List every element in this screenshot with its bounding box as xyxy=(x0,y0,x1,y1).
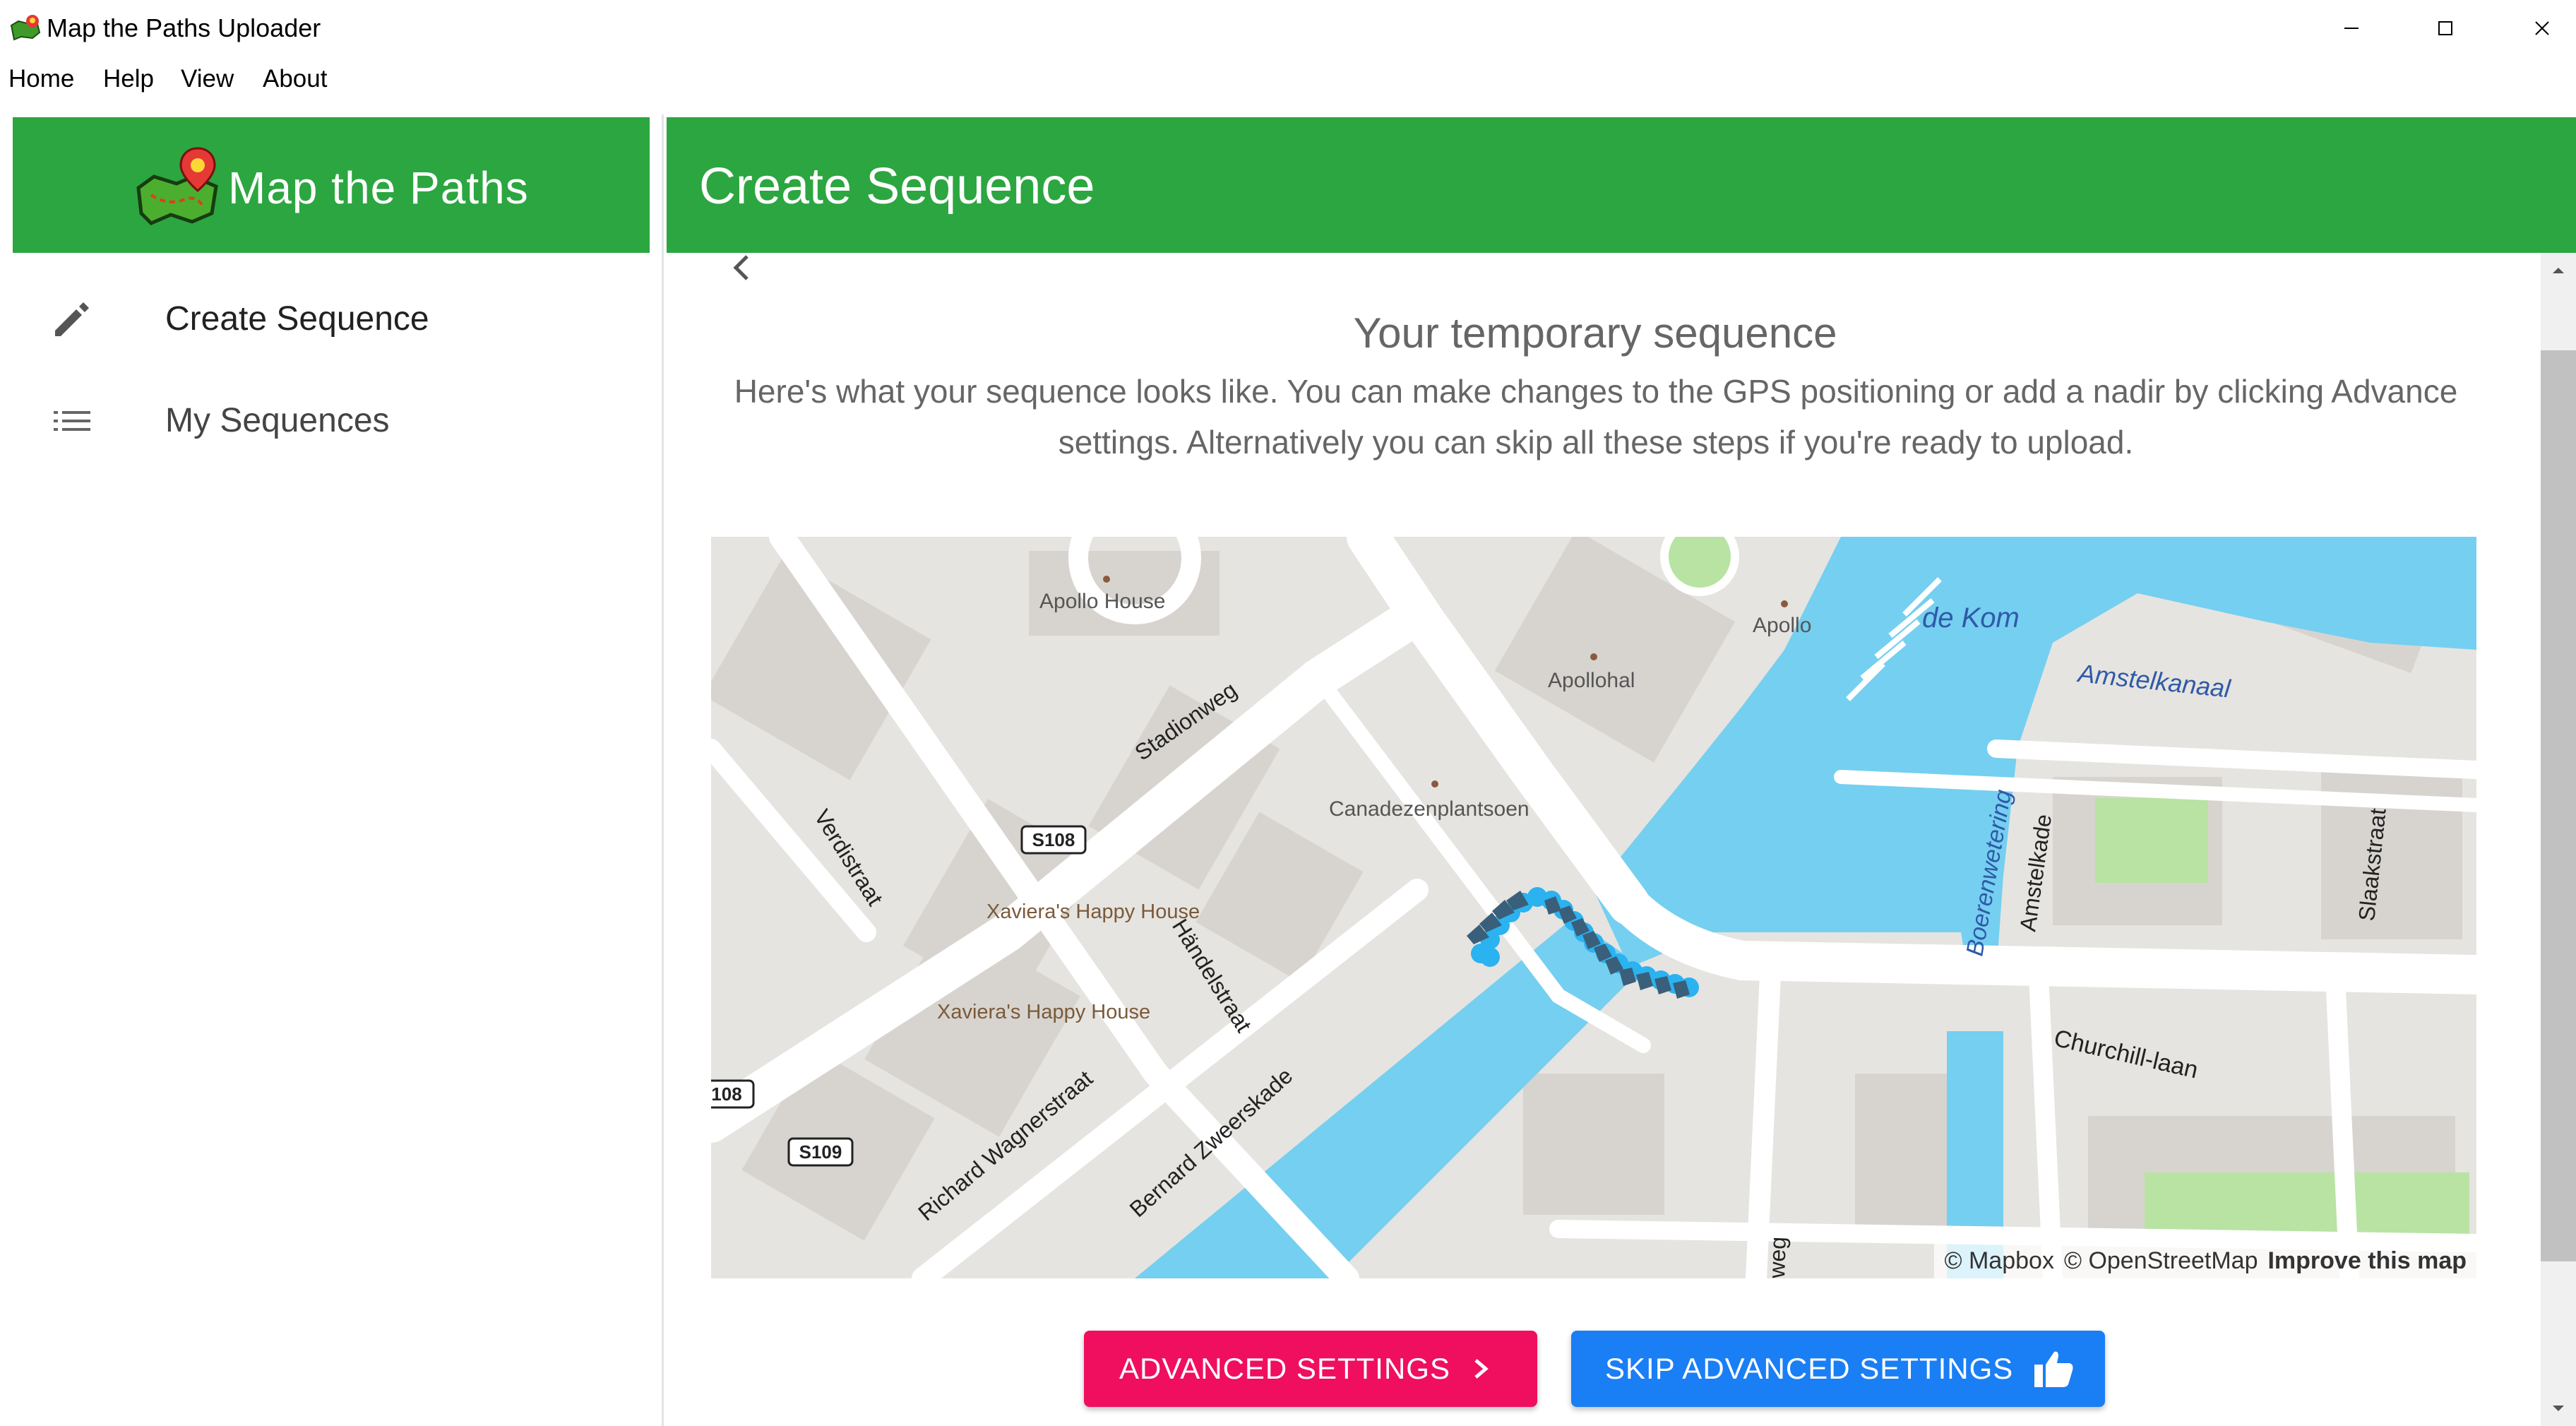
sequence-description: Here's what your sequence looks like. Yo… xyxy=(734,373,2458,461)
window-title: Map the Paths Uploader xyxy=(47,13,321,42)
menu-bar: Home Help View About xyxy=(0,58,2576,100)
back-chevron-icon[interactable] xyxy=(727,251,756,285)
list-icon xyxy=(49,398,95,444)
minimize-button[interactable] xyxy=(2302,0,2401,57)
map-label-apollohal: Apollohal xyxy=(1548,669,1635,692)
menu-home[interactable]: Home xyxy=(8,58,74,100)
sidebar: Map the Paths Create Sequence My Sequenc… xyxy=(0,114,664,1426)
skip-advanced-settings-label: SKIP ADVANCED SETTINGS xyxy=(1605,1352,2014,1385)
sequence-map[interactable]: S108 108 S109 Apollo House Apollo Apollo… xyxy=(711,537,2476,1278)
map-label-weg-partial: weg xyxy=(1764,1236,1791,1278)
close-button[interactable] xyxy=(2493,0,2576,57)
thumbs-up-icon xyxy=(2033,1349,2075,1389)
page-header: Create Sequence xyxy=(667,117,2576,253)
close-icon xyxy=(2535,21,2549,35)
chevron-right-icon xyxy=(1470,1355,1491,1383)
sidebar-item-my-sequences[interactable]: My Sequences xyxy=(0,372,662,470)
osm-attribution-link[interactable]: © OpenStreetMap xyxy=(2064,1243,2258,1278)
vertical-scrollbar[interactable] xyxy=(2541,253,2576,1426)
sidebar-brand-title: Map the Paths xyxy=(228,162,529,213)
pencil-icon xyxy=(49,297,95,342)
map-label-s108-partial: 108 xyxy=(711,1083,741,1105)
scroll-up-icon[interactable] xyxy=(2541,253,2576,288)
mapbox-attribution-link[interactable]: © Mapbox xyxy=(1944,1243,2053,1278)
sidebar-item-label: Create Sequence xyxy=(165,300,429,338)
sidebar-item-create-sequence[interactable]: Create Sequence xyxy=(0,270,662,369)
map-label-canadezenplantsoen: Canadezenplantsoen xyxy=(1329,797,1530,821)
map-attribution: © Mapbox © OpenStreetMap Improve this ma… xyxy=(1934,1243,2476,1278)
title-bar: Map the Paths Uploader xyxy=(0,0,2576,57)
maximize-button[interactable] xyxy=(2396,0,2495,57)
menu-about[interactable]: About xyxy=(263,58,327,100)
map-label-xavieras-1: Xaviera's Happy House xyxy=(986,901,1200,923)
menu-view[interactable]: View xyxy=(181,58,234,100)
scrollbar-thumb[interactable] xyxy=(2541,350,2576,1261)
sequence-title: Your temporary sequence xyxy=(1353,309,1837,357)
menu-help[interactable]: Help xyxy=(103,58,154,100)
maximize-icon xyxy=(2438,21,2452,35)
sidebar-item-label: My Sequences xyxy=(165,402,390,439)
improve-map-link[interactable]: Improve this map xyxy=(2267,1243,2467,1278)
map-label-s109: S109 xyxy=(799,1141,842,1163)
advanced-settings-label: ADVANCED SETTINGS xyxy=(1119,1352,1450,1385)
map-label-de-kom: de Kom xyxy=(1922,602,2020,634)
sidebar-header: Map the Paths xyxy=(13,117,650,253)
map-label-apollo: Apollo xyxy=(1753,614,1811,637)
app-logo-icon xyxy=(8,13,42,44)
map-the-paths-logo-icon xyxy=(133,145,225,230)
minimize-icon xyxy=(2344,28,2359,29)
advanced-settings-button[interactable]: ADVANCED SETTINGS xyxy=(1084,1331,1537,1407)
page-title: Create Sequence xyxy=(699,158,1095,215)
map-label-s108: S108 xyxy=(1032,829,1075,850)
scroll-down-icon[interactable] xyxy=(2541,1391,2576,1426)
skip-advanced-settings-button[interactable]: SKIP ADVANCED SETTINGS xyxy=(1571,1331,2105,1407)
map-label-xavieras-2: Xaviera's Happy House xyxy=(937,1001,1150,1023)
map-label-apollo-house: Apollo House xyxy=(1039,590,1165,613)
